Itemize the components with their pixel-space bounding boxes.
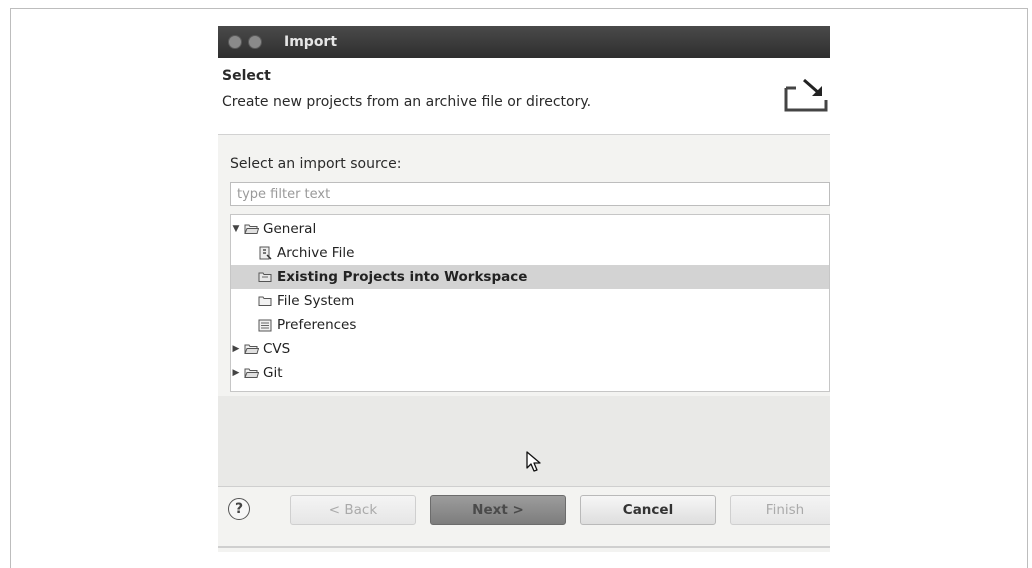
tree-item-existing-projects[interactable]: Existing Projects into Workspace <box>231 265 829 289</box>
collapsed-arrow-icon[interactable]: ▶ <box>231 344 241 354</box>
tree-item-preferences[interactable]: Preferences <box>231 313 829 337</box>
tree-item-label: CVS <box>263 341 291 357</box>
description-area <box>218 396 830 486</box>
expanded-arrow-icon[interactable]: ▼ <box>231 224 241 234</box>
wizard-header: Select Create new projects from an archi… <box>218 58 830 134</box>
tree-item-archive-file[interactable]: Archive File <box>231 241 829 265</box>
import-source-tree[interactable]: ▼ General Archive File Existing Projects… <box>230 214 830 392</box>
cancel-button[interactable]: Cancel <box>580 495 716 525</box>
window-title: Import <box>284 34 338 50</box>
minimize-window-button[interactable] <box>248 35 262 49</box>
folder-icon <box>243 342 259 356</box>
page-title: Select <box>222 68 271 84</box>
title-bar: Import <box>218 26 830 58</box>
import-wizard-icon <box>784 78 828 112</box>
mouse-pointer-icon <box>526 451 541 472</box>
tree-item-label: Archive File <box>277 245 355 261</box>
archive-file-icon <box>257 246 273 260</box>
next-button[interactable]: Next > <box>430 495 566 525</box>
close-window-button[interactable] <box>228 35 242 49</box>
project-icon <box>257 270 273 284</box>
tree-item-label: Git <box>263 365 283 381</box>
back-button[interactable]: < Back <box>290 495 416 525</box>
preferences-icon <box>257 318 273 332</box>
folder-icon <box>257 294 273 308</box>
tree-item-general[interactable]: ▼ General <box>231 217 829 241</box>
page-description: Create new projects from an archive file… <box>222 94 592 110</box>
tree-item-label: Existing Projects into Workspace <box>277 269 528 285</box>
finish-button[interactable]: Finish <box>730 495 830 525</box>
import-dialog: Import Select Create new projects from a… <box>218 26 830 552</box>
help-button[interactable]: ? <box>228 498 250 520</box>
tree-item-file-system[interactable]: File System <box>231 289 829 313</box>
button-bar-separator <box>218 486 830 487</box>
filter-input[interactable] <box>230 182 830 206</box>
tree-item-label: File System <box>277 293 355 309</box>
footer-line <box>218 546 830 548</box>
import-source-label: Select an import source: <box>230 156 402 172</box>
tree-item-cvs[interactable]: ▶ CVS <box>231 337 829 361</box>
header-separator <box>218 134 830 135</box>
tree-item-git[interactable]: ▶ Git <box>231 361 829 385</box>
folder-icon <box>243 366 259 380</box>
tree-item-label: Preferences <box>277 317 357 333</box>
folder-open-icon <box>243 222 259 236</box>
tree-item-label: General <box>263 221 317 237</box>
collapsed-arrow-icon[interactable]: ▶ <box>231 368 241 378</box>
